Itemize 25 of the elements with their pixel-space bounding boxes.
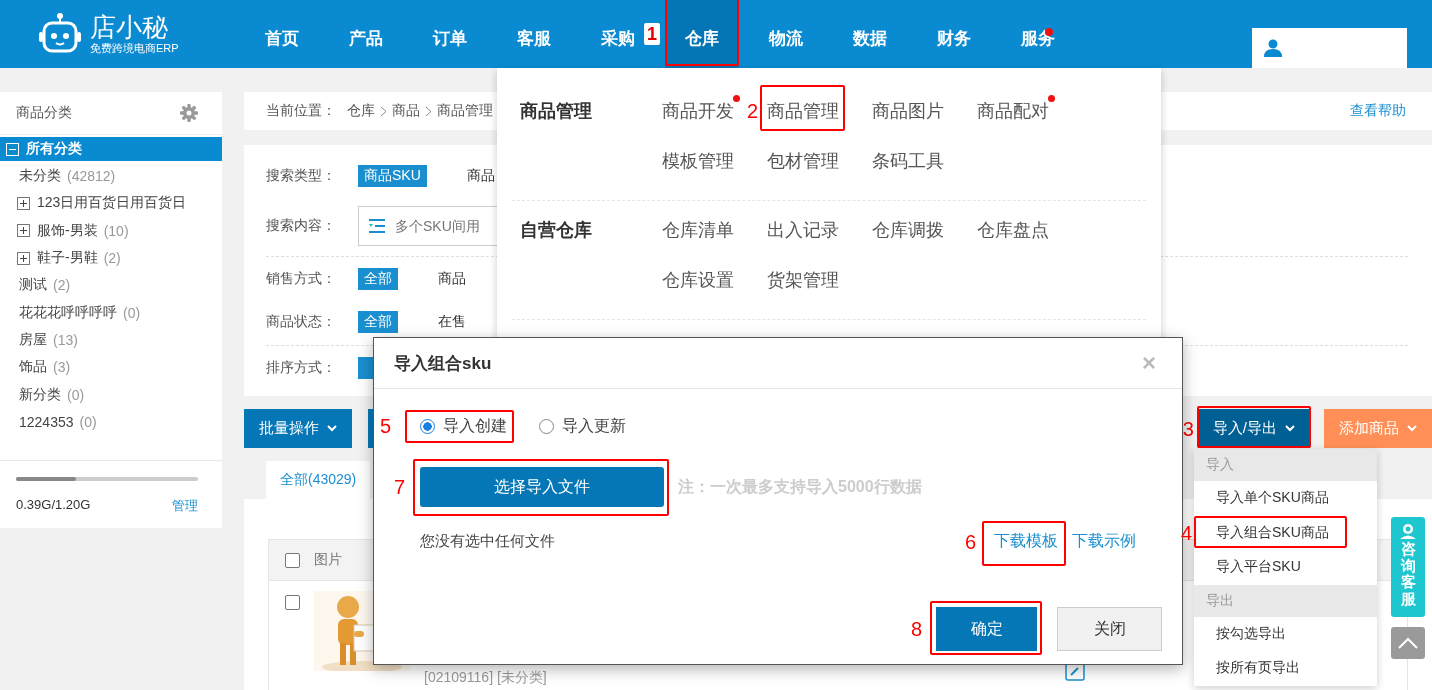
breadcrumb-label: 当前位置： bbox=[266, 102, 336, 120]
column-header: 图片 bbox=[314, 551, 342, 569]
dialog-title: 导入组合sku bbox=[394, 352, 492, 375]
callout-number: 8 bbox=[910, 618, 922, 640]
menu-group-header: 导出 bbox=[1194, 584, 1377, 617]
logo-tagline: 免费跨境电商ERP bbox=[90, 40, 179, 56]
filter-label: 搜索类型： bbox=[266, 167, 337, 185]
storage-reading: 0.39G/1.20G bbox=[16, 497, 91, 514]
callout-number: 2 bbox=[746, 100, 758, 122]
filter-label: 排序方式： bbox=[266, 359, 337, 377]
filter-label: 商品状态： bbox=[266, 313, 337, 331]
callout-number: 7 bbox=[393, 476, 405, 498]
panel-title: 商品分类 bbox=[16, 104, 72, 122]
file-status: 您没有选中任何文件 bbox=[420, 532, 555, 551]
filter-label: 销售方式： bbox=[266, 270, 337, 288]
callout-number: 6 bbox=[964, 530, 976, 553]
menu-group-header: 导入 bbox=[1194, 449, 1377, 481]
callout-number: 5 bbox=[379, 415, 391, 437]
menu-heading: 商品管理 bbox=[519, 100, 593, 123]
product-code: [02109116] [未分类] bbox=[424, 669, 547, 687]
filter-label: 搜索内容： bbox=[266, 217, 337, 235]
logo-name: 店小秘 bbox=[90, 12, 169, 41]
callout-number: 1 bbox=[644, 23, 660, 45]
menu-heading: 自营仓库 bbox=[519, 219, 593, 242]
callout-number: 3 bbox=[1182, 417, 1194, 440]
